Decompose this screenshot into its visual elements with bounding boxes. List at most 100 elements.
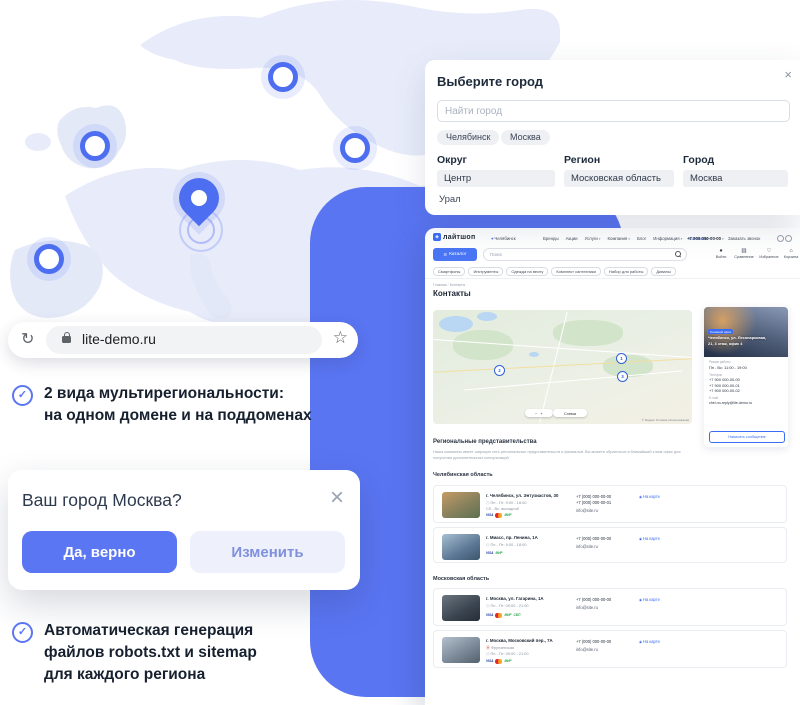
write-message-button[interactable]: Написать сообщение [709,431,785,443]
url-field[interactable]: lite-demo.ru [46,326,322,354]
confirm-city-button[interactable]: Да, верно [22,531,177,573]
category-chip[interactable]: Одежда на весну [506,267,548,276]
visa-icon: VISA [486,613,493,617]
map-pin[interactable]: 3 [617,371,628,382]
on-map-link[interactable]: На карте [639,639,660,644]
map-ring-pin-north [268,62,298,92]
close-icon[interactable]: × [330,484,344,512]
nav-item[interactable]: Блог [637,236,646,241]
bookmark-star-icon[interactable]: ☆ [333,328,348,348]
city-select-modal: × Выберите город Челябинск Москва Округ … [425,60,800,215]
browser-address-bar: ↻ lite-demo.ru ☆ [8,322,358,358]
office-phone[interactable]: +7 (000) 000-00-00 [576,597,611,602]
feature-robots-sitemap: ✓ Автоматическая генерацияфайлов robots.… [12,620,342,686]
lock-icon [62,336,71,343]
nav-item[interactable]: Информация [653,236,682,241]
office-email[interactable]: info@site.ru [576,508,598,513]
nav-item[interactable]: Услуги [585,236,601,241]
office-phone[interactable]: +7 900 000-00-01 [709,383,783,388]
category-chip[interactable]: Инструменты [468,267,503,276]
office-phone[interactable]: +7 900 000-00-02 [709,388,783,393]
compare-button[interactable]: ▥Сравнение [731,248,757,259]
hours-value: Пн - Вс: 11:00 - 19:00 [709,365,783,370]
office-phone[interactable]: +7 (000) 000-00-00 [576,639,611,644]
office-row: г. Москва, Московский пер., 7А Фрунзенск… [433,630,787,668]
nav-item[interactable]: Бренды [543,236,559,241]
hours-label: Режим работы [709,360,783,364]
visa-icon: VISA [486,513,493,517]
office-phone[interactable]: +7 (000) 000-00-01 [576,500,611,505]
zoom-in-button[interactable]: + [541,411,543,416]
office-phone[interactable]: +7 900 000-00-00 [709,377,783,382]
map-layers-button[interactable]: Схема [553,409,587,417]
office-thumbnail [442,637,480,663]
zoom-out-button[interactable]: − [535,411,537,416]
site-logo[interactable]: ◈ лайтшоп [433,233,476,241]
site-search-input[interactable]: Поиск [483,248,687,261]
email-label: E-mail [709,396,783,400]
office-phone[interactable]: +7 (000) 000-00-00 [576,494,611,499]
geo-picker[interactable]: Челябинск [491,236,516,241]
office-phone[interactable]: +7 (000) 000-00-00 [576,536,611,541]
close-icon[interactable]: × [784,68,792,81]
page-title: Контакты [433,289,471,298]
office-email[interactable]: info@site.ru [576,647,598,652]
header-phone[interactable]: +7 900 000-00-00 [687,236,724,241]
map-pin[interactable]: 1 [616,353,627,364]
office-email[interactable]: chel.no-reply@lite-demo.ru [709,401,783,405]
breadcrumb: ГлавнаяКонтакты [433,283,465,287]
user-icon: ● [718,248,724,254]
recent-city-chip[interactable]: Челябинск [437,130,499,145]
column-header-region: Регион [564,154,600,166]
change-city-button[interactable]: Изменить [190,531,345,573]
phone-label: Телефон [709,373,783,377]
breadcrumb-home[interactable]: Главная [433,283,450,287]
recent-city-chip[interactable]: Москва [501,130,550,145]
check-icon: ✓ [12,622,33,643]
city-option-selected[interactable]: Москва [683,170,788,187]
city-search-input[interactable] [437,100,790,122]
column-header-city: Город [683,154,714,166]
okrug-option-selected[interactable]: Центр [437,170,555,187]
mastercard-icon [495,659,502,664]
okrug-option[interactable]: Урал [437,194,463,205]
category-chip[interactable]: Набор для работы [604,267,649,276]
office-email[interactable]: info@site.ru [576,544,598,549]
category-chip[interactable]: Комплект сантехники [551,267,601,276]
mir-icon: МИР [495,551,502,555]
on-map-link[interactable]: На карте [639,494,660,499]
office-email[interactable]: info@site.ru [576,605,598,610]
category-chip[interactable]: Диваны [651,267,675,276]
reps-description: Наша компания имеет широкую сеть региона… [433,449,681,460]
map-attribution: © Яндекс Условия использования [642,418,689,422]
on-map-link[interactable]: На карте [639,597,660,602]
search-icon[interactable] [675,251,681,257]
region-heading: Московская область [433,576,489,582]
lang-icon[interactable] [785,235,792,242]
map-ring-pin-south [34,244,64,274]
nav-item[interactable]: Компания [608,236,630,241]
geo-confirm-dialog: Ваш город Москва? × Да, верно Изменить [8,470,360,590]
catalog-button[interactable]: Каталог [433,248,477,261]
office-thumbnail [442,595,480,621]
map-zoom-controls[interactable]: − + [525,409,553,417]
head-office-card: Головной офис Челябинск, ул. Лесопаркова… [704,307,788,447]
refresh-icon[interactable]: ↻ [21,329,34,349]
visa-icon: VISA [486,551,493,555]
callback-link[interactable]: Заказать звонок [728,236,760,241]
check-icon: ✓ [12,385,33,406]
on-map-link[interactable]: На карте [639,536,660,541]
mir-icon: МИР [504,659,511,663]
map-pin[interactable]: 2 [494,365,505,376]
contacts-map[interactable]: 2 1 3 − + Схема © Яндекс Условия использ… [433,310,692,424]
sbp-icon: СБП [514,613,521,617]
office-row: г. Миасс, пр. Ленина, 1А Пн - Пт: 9:00 -… [433,527,787,563]
office-photo: Головной офис Челябинск, ул. Лесопаркова… [704,307,788,357]
cart-button[interactable]: ⌂Корзина [778,248,800,259]
office-thumbnail [442,534,480,560]
category-chip[interactable]: Смартфоны [433,267,465,276]
category-chips: Смартфоны Инструменты Одежда на весну Ко… [433,267,676,276]
theme-icon[interactable] [777,235,784,242]
nav-item[interactable]: Акции [566,236,578,241]
region-option-selected[interactable]: Московская область [564,170,674,187]
